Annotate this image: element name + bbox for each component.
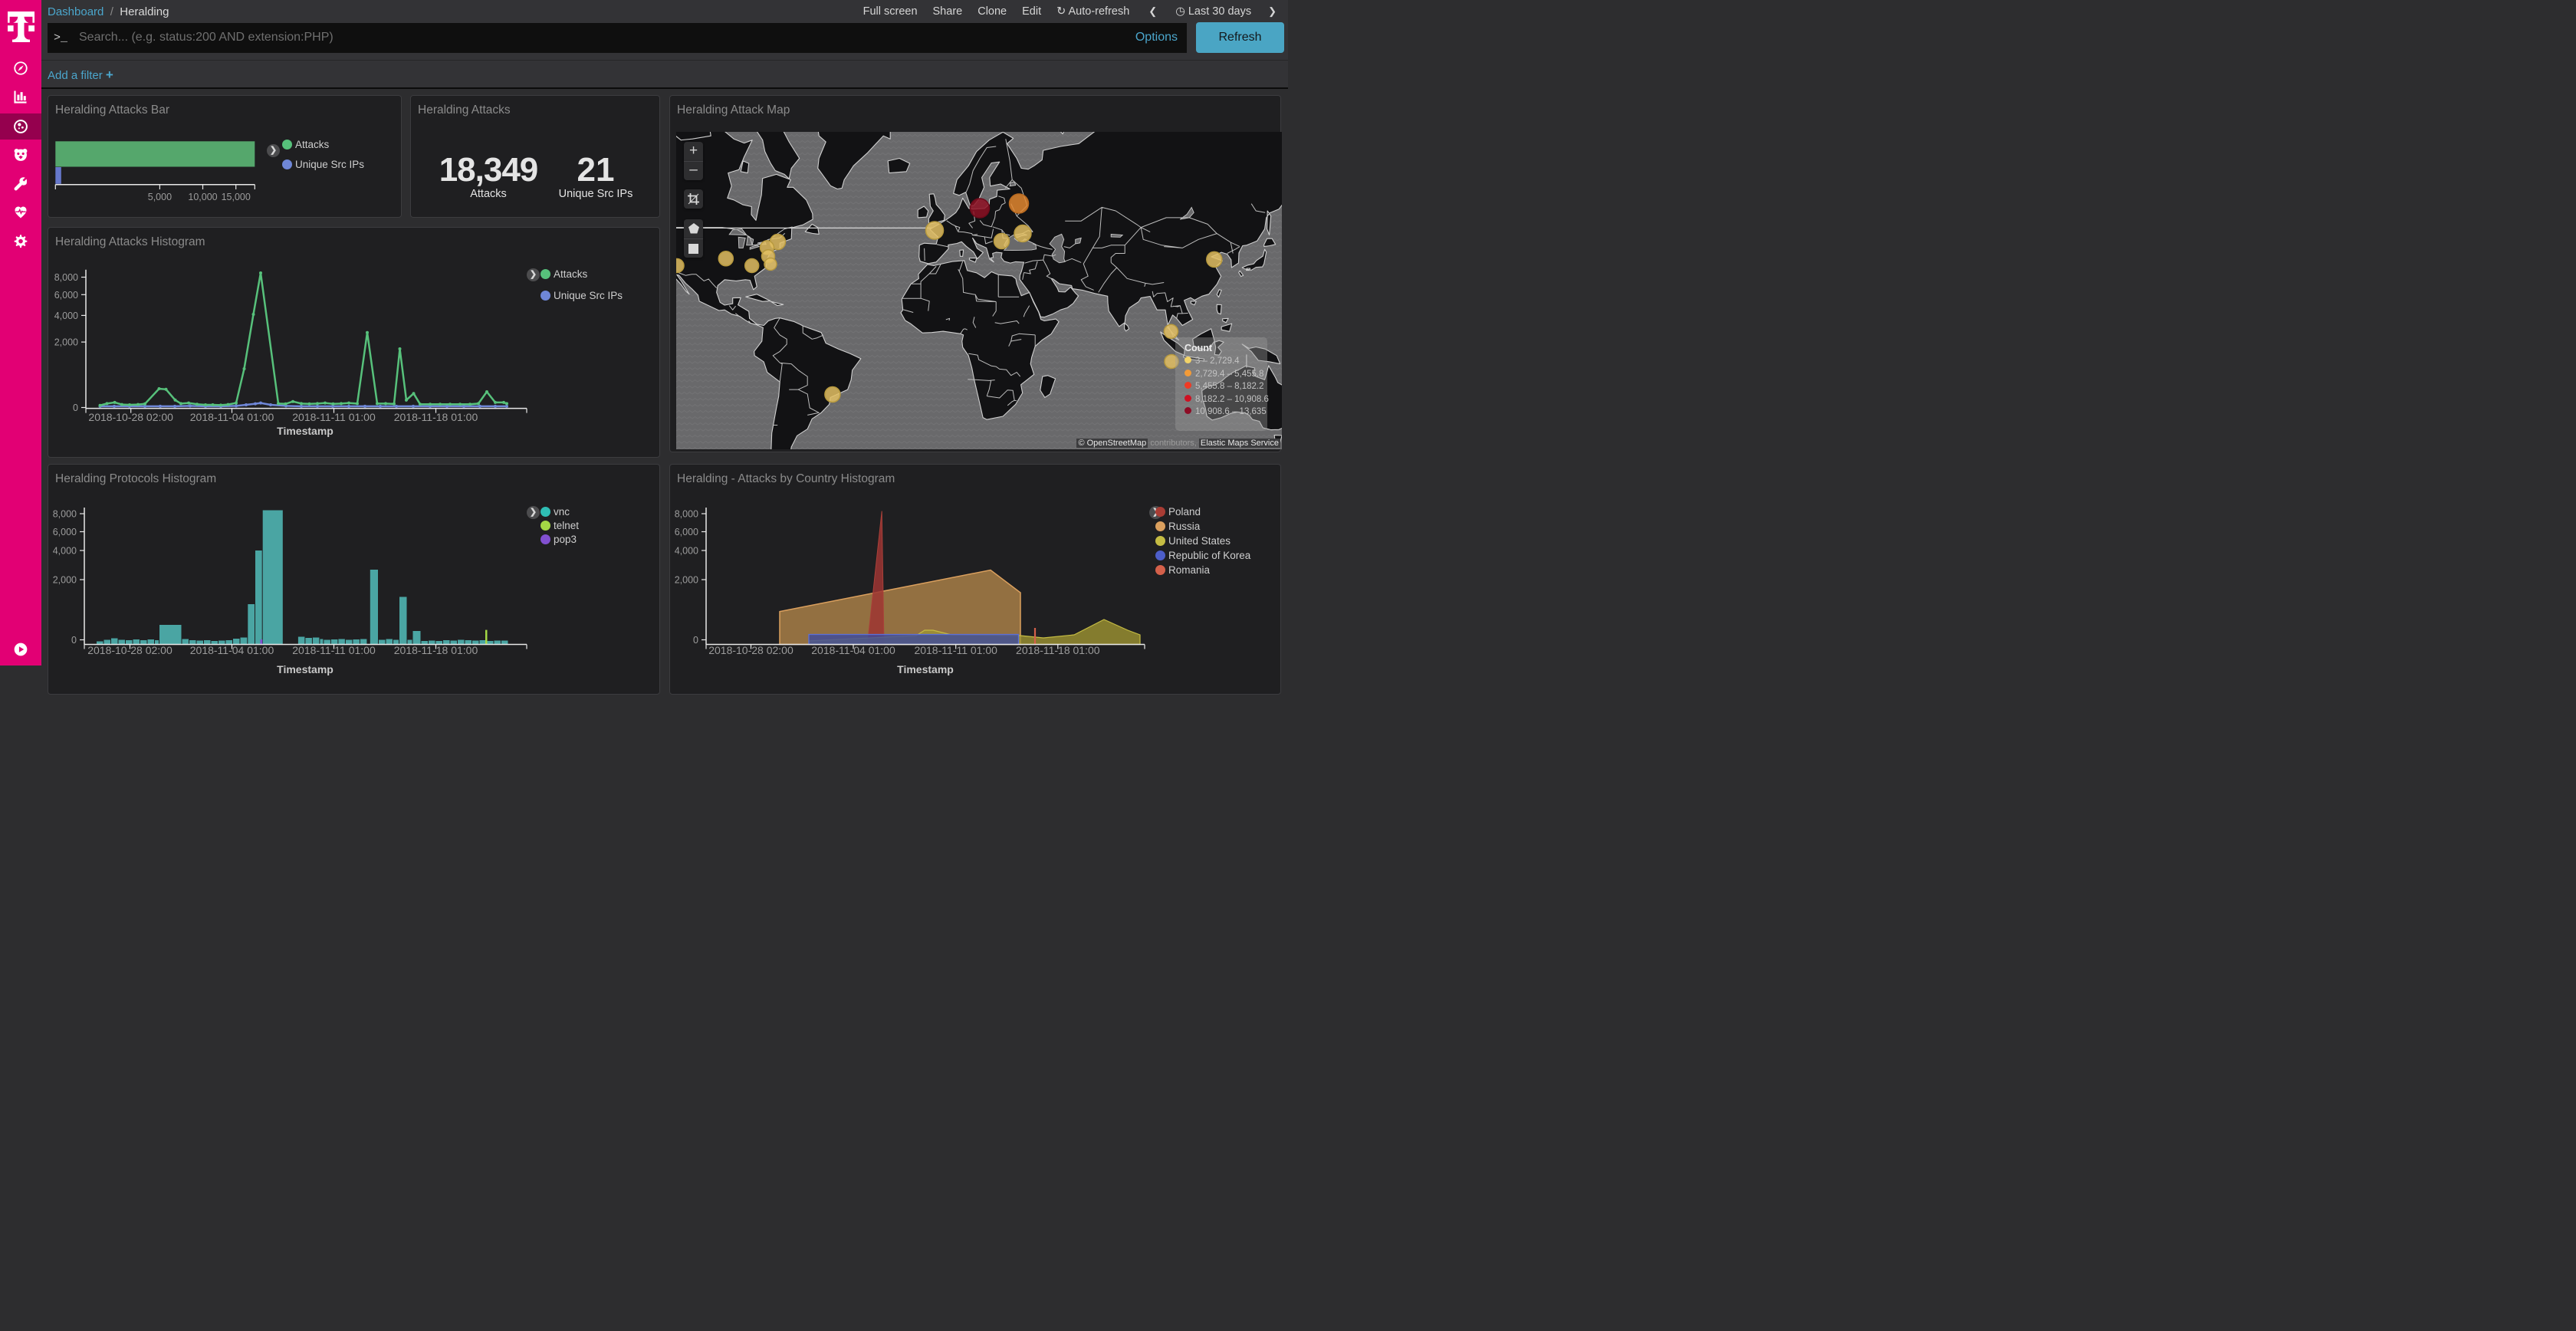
svg-text:Timestamp: Timestamp bbox=[897, 663, 954, 675]
svg-text:8,000: 8,000 bbox=[675, 509, 698, 520]
svg-text:2018-11-18 01:00: 2018-11-18 01:00 bbox=[394, 644, 478, 656]
svg-text:4,000: 4,000 bbox=[53, 546, 77, 557]
svg-text:2,000: 2,000 bbox=[53, 575, 77, 586]
svg-text:10,000: 10,000 bbox=[188, 192, 217, 202]
svg-text:5,000: 5,000 bbox=[148, 192, 172, 202]
svg-text:0: 0 bbox=[71, 635, 77, 646]
svg-text:2018-11-04 01:00: 2018-11-04 01:00 bbox=[190, 644, 274, 656]
svg-text:2018-11-04 01:00: 2018-11-04 01:00 bbox=[811, 644, 895, 656]
svg-text:2018-11-11 01:00: 2018-11-11 01:00 bbox=[292, 644, 376, 656]
svg-text:2,000: 2,000 bbox=[54, 337, 78, 348]
svg-text:2018-11-18 01:00: 2018-11-18 01:00 bbox=[394, 411, 478, 423]
svg-text:0: 0 bbox=[73, 403, 78, 413]
svg-text:6,000: 6,000 bbox=[53, 527, 77, 537]
svg-text:6,000: 6,000 bbox=[675, 527, 698, 537]
svg-text:15,000: 15,000 bbox=[222, 192, 251, 202]
svg-text:2018-10-28 02:00: 2018-10-28 02:00 bbox=[708, 644, 794, 656]
svg-text:2018-10-28 02:00: 2018-10-28 02:00 bbox=[87, 644, 172, 656]
svg-text:2018-11-11 01:00: 2018-11-11 01:00 bbox=[914, 644, 997, 656]
svg-text:Timestamp: Timestamp bbox=[277, 425, 334, 437]
svg-text:Timestamp: Timestamp bbox=[277, 663, 334, 675]
svg-text:2018-11-18 01:00: 2018-11-18 01:00 bbox=[1016, 644, 1100, 656]
svg-text:2018-11-04 01:00: 2018-11-04 01:00 bbox=[190, 411, 274, 423]
svg-text:2018-11-11 01:00: 2018-11-11 01:00 bbox=[292, 411, 376, 423]
svg-text:6,000: 6,000 bbox=[54, 290, 78, 301]
svg-text:4,000: 4,000 bbox=[675, 546, 698, 557]
svg-text:8,000: 8,000 bbox=[54, 272, 78, 283]
svg-text:0: 0 bbox=[693, 635, 698, 646]
svg-text:4,000: 4,000 bbox=[54, 311, 78, 321]
svg-text:2,000: 2,000 bbox=[675, 575, 698, 586]
svg-text:2018-10-28 02:00: 2018-10-28 02:00 bbox=[88, 411, 173, 423]
svg-text:8,000: 8,000 bbox=[53, 509, 77, 520]
